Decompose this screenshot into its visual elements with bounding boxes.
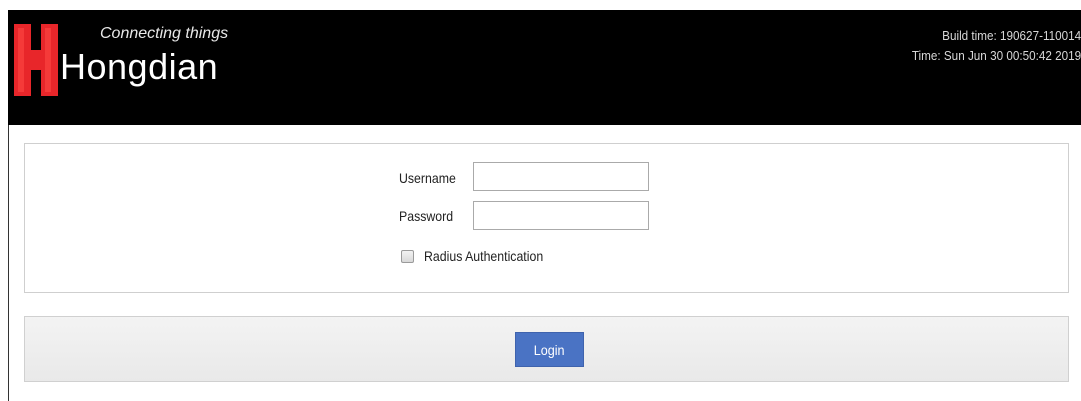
login-button-label: Login xyxy=(534,341,565,358)
header-banner: Connecting things Hongdian Build time: 1… xyxy=(8,10,1081,125)
content-left-border xyxy=(8,125,9,401)
button-bar: Login xyxy=(24,316,1069,382)
router-login-page: Connecting things Hongdian Build time: 1… xyxy=(0,0,1081,401)
username-input[interactable] xyxy=(473,162,649,191)
radius-authentication-checkbox[interactable] xyxy=(401,250,414,263)
hongdian-logo-icon xyxy=(14,24,58,96)
password-label: Password xyxy=(399,208,454,224)
password-input[interactable] xyxy=(473,201,649,230)
build-time: Build time: 190627-110014 xyxy=(942,28,1081,43)
username-label: Username xyxy=(399,170,456,186)
brand-name: Hongdian xyxy=(60,46,219,87)
current-time: Time: Sun Jun 30 00:50:42 2019 xyxy=(911,48,1081,63)
radius-authentication-label[interactable]: Radius Authentication xyxy=(424,248,543,264)
build-info: Build time: 190627-110014 Time: Sun Jun … xyxy=(912,26,1081,66)
login-button[interactable]: Login xyxy=(515,332,584,367)
login-panel: Username Password Radius Authentication xyxy=(24,143,1069,293)
brand-tagline: Connecting things xyxy=(100,25,229,42)
